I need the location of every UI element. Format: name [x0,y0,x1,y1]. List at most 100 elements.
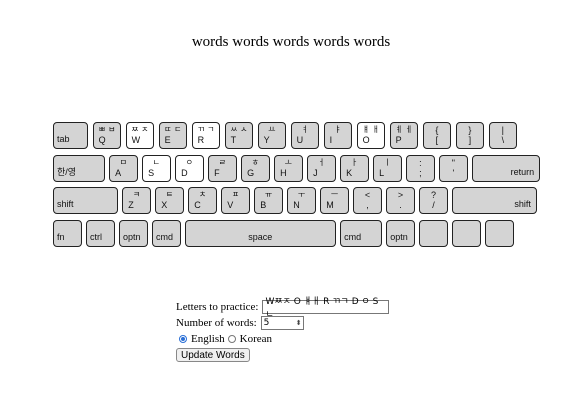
key-hangul-label: ㅇ [185,158,194,167]
key-hangul-label: ㅊ [198,190,207,199]
key-label: H [280,168,287,178]
key-blank[interactable] [419,220,448,247]
key-label: ' [452,168,455,178]
word-count-input[interactable]: 5 ⬍ [260,316,304,330]
key-a[interactable]: Aㅁ [109,155,138,182]
key-hangul-label: ㅓ [317,158,326,167]
key-label: / [432,200,435,210]
key-return[interactable]: return [472,155,541,182]
key-한c47영[interactable]: 한/영 [53,155,105,182]
key-label: return [510,167,535,177]
key-label: N [293,200,300,210]
key-t[interactable]: Tㅆ ㅅ [224,122,254,149]
key-label: optn [390,232,408,242]
korean-radio[interactable] [227,335,236,343]
key-c91[interactable]: [{ [422,122,452,149]
key-z[interactable]: Zㅋ [122,187,151,214]
key-blank[interactable] [485,220,514,247]
key-blank[interactable] [452,220,481,247]
key-label: O [362,135,370,145]
practice-controls: Letters to practice: Wㅉㅈ O ㅒㅐ R ㄲㄱ D ㅇ S… [176,297,390,363]
key-d[interactable]: Dㅇ [175,155,204,182]
key-label: J [313,168,318,178]
key-o[interactable]: Oㅒ ㅐ [356,122,386,149]
stepper-icon[interactable]: ⬍ [296,319,302,327]
key-shift[interactable]: shift [452,187,537,214]
key-c39[interactable]: ' " [439,155,468,182]
key-optn[interactable]: optn [119,220,148,247]
key-hangul-label: ㅛ [268,125,276,134]
key-label: shift [57,199,74,209]
key-c46[interactable]: . > [386,187,415,214]
key-cmd[interactable]: cmd [340,220,382,247]
key-cmd[interactable]: cmd [152,220,181,247]
key-c[interactable]: Cㅊ [188,187,217,214]
key-v[interactable]: Vㅍ [221,187,250,214]
korean-label: Korean [239,333,272,345]
key-label: Z [128,200,134,210]
key-fn[interactable]: fn [53,220,82,247]
key-hangul-label: ㅏ [350,158,359,167]
letters-input[interactable]: Wㅉㅈ O ㅒㅐ R ㄲㄱ D ㅇ S ㄴ [262,297,390,320]
key-label: W [131,135,141,145]
key-q[interactable]: Qㅃ ㅂ [92,122,122,149]
key-u[interactable]: Uㅕ [290,122,320,149]
key-tab[interactable]: tab [53,122,89,149]
key-hangul-label: ㅌ [165,190,174,199]
key-label: fn [57,232,65,242]
key-hangul-label: ㄸ ㄷ [164,125,182,134]
key-label: B [260,200,267,210]
key-shift-symbol: : [419,158,422,168]
key-space[interactable]: space [185,220,336,247]
key-h[interactable]: Hㅗ [274,155,303,182]
key-l[interactable]: Lㅣ [373,155,402,182]
key-w[interactable]: Wㅉ ㅈ [125,122,155,149]
key-optn[interactable]: optn [386,220,415,247]
key-j[interactable]: Jㅓ [307,155,336,182]
key-label: F [214,168,220,178]
letters-row: Letters to practice: Wㅉㅈ O ㅒㅐ R ㄲㄱ D ㅇ S… [176,297,390,320]
key-hangul-label: ㅍ [231,190,240,199]
key-ctrl[interactable]: ctrl [86,220,115,247]
key-m[interactable]: Mㅡ [320,187,349,214]
key-shift[interactable]: shift [53,187,118,214]
key-shift-symbol: < [364,190,371,200]
key-hangul-label: ㄴ [152,158,161,167]
key-n[interactable]: Nㅜ [287,187,316,214]
key-c92[interactable]: \ | [488,122,518,149]
key-label: K [346,168,353,178]
key-c93[interactable]: ]} [455,122,485,149]
english-radio[interactable] [179,335,187,343]
key-x[interactable]: Xㅌ [155,187,184,214]
key-shift-symbol: " [451,158,455,168]
key-label: X [161,200,168,210]
key-label: A [115,168,122,178]
key-r[interactable]: Rㄲ ㄱ [191,122,221,149]
key-k[interactable]: Kㅏ [340,155,369,182]
key-c59[interactable]: ;: [406,155,435,182]
key-c44[interactable]: , < [353,187,382,214]
key-shift-symbol: } [468,125,472,135]
key-p[interactable]: Pㅖ ㅔ [389,122,419,149]
key-label: tab [57,134,70,144]
key-label: D [181,168,188,178]
key-g[interactable]: Gㅎ [241,155,270,182]
key-label: ] [468,135,472,145]
key-b[interactable]: Bㅠ [254,187,283,214]
key-hangul-label: ㄹ [218,158,227,167]
key-label: cmd [344,232,362,242]
key-e[interactable]: Eㄸ ㄷ [158,122,188,149]
key-i[interactable]: Iㅑ [323,122,353,149]
key-f[interactable]: Fㄹ [208,155,237,182]
button-row: Update Words [176,347,389,363]
key-hangul-label: ㅠ [264,190,273,199]
key-y[interactable]: Yㅛ [257,122,287,149]
update-words-button[interactable]: Update Words [176,348,250,362]
word-count-value: 5 [263,318,270,328]
key-s[interactable]: Sㄴ [142,155,171,182]
key-hangul-label: ㅡ [330,190,339,199]
key-hangul-label: ㅆ ㅅ [230,125,248,134]
key-hangul-label: ㅉ ㅈ [131,125,149,134]
key-hangul-label: ㅒ ㅐ [362,125,380,134]
key-c47[interactable]: /? [419,187,448,214]
